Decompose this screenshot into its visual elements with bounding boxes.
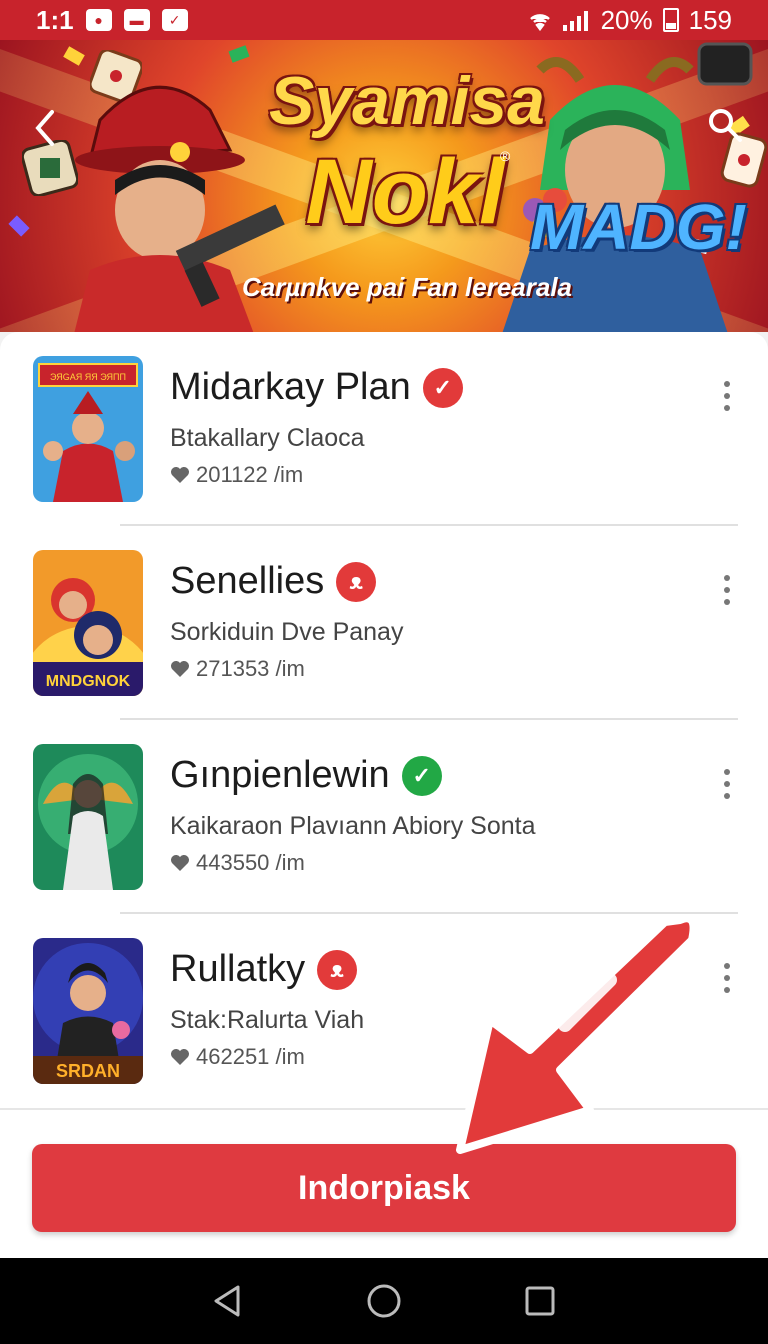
item-title-text: Rullatky (170, 948, 306, 990)
list-item[interactable]: SRDAN Rullatky ᴥ Stak:Ralurta Viah 46225… (0, 914, 768, 1108)
item-subtitle: Sorkiduin Dve Panay (170, 618, 404, 646)
more-icon[interactable] (710, 570, 744, 610)
heart-icon (171, 1049, 189, 1065)
back-icon[interactable] (30, 108, 60, 148)
hero-banner[interactable]: Syamisa Nokl ® MADG! Carµnkve pai Fan le… (0, 40, 768, 332)
nav-back-icon[interactable] (208, 1281, 248, 1321)
heart-icon (171, 661, 189, 677)
status-time: 159 (688, 4, 732, 35)
confetti (63, 46, 85, 66)
item-title-text: Gınpienlewin (170, 754, 390, 796)
list-item[interactable]: ЭЯGAЯ ЯЯ ЭЯПП Midarkay Plan ✓ Btakallary… (0, 332, 768, 526)
system-nav-bar (0, 1258, 768, 1344)
check-badge-icon: ✓ (401, 755, 442, 796)
download-icon: ✓ (161, 9, 188, 31)
banner-title-line2: Nokl (305, 141, 505, 243)
status-right: 20% 159 (527, 5, 732, 36)
more-icon[interactable] (710, 376, 744, 416)
item-meta: 443550 /im (170, 850, 305, 876)
notification-icon: ● (85, 9, 112, 31)
list-item[interactable]: MNDGNOK Senellies ᴥ Sorkiduin Dve Panay … (0, 526, 768, 720)
heart-icon (171, 467, 189, 483)
item-title-text: Senellies (170, 560, 325, 602)
list-item[interactable]: Gınpienlewin ✓ Kaikaraon Plavıann Abiory… (0, 720, 768, 914)
thumb-label: MNDGNOK (46, 673, 131, 690)
game-thumbnail[interactable]: ЭЯGAЯ ЯЯ ЭЯПП (33, 356, 143, 502)
award-badge-icon: ᴥ (317, 949, 358, 990)
nav-recents-icon[interactable] (520, 1281, 560, 1321)
confetti (8, 215, 30, 237)
item-meta-count: 462251 /im (196, 1044, 305, 1069)
item-title: Senellies ᴥ (170, 560, 377, 603)
thumb-label: SRDAN (56, 1061, 120, 1081)
search-icon[interactable] (706, 106, 744, 144)
item-subtitle: Btakallary Claoca (170, 424, 365, 452)
status-bar: 1:1 ● ▬ ✓ 20% 159 (0, 0, 768, 40)
thumb-label: ЭЯGAЯ ЯЯ ЭЯПП (50, 372, 126, 382)
item-meta: 271353 /im (170, 656, 305, 682)
bottom-action-bar: Indorpiask (0, 1108, 768, 1258)
item-meta: 462251 /im (170, 1044, 305, 1070)
award-badge-icon: ᴥ (336, 561, 377, 602)
status-left: 1:1 ● ▬ ✓ (36, 5, 188, 36)
more-icon[interactable] (710, 958, 744, 998)
item-title: Gınpienlewin ✓ (170, 754, 442, 797)
primary-action-button[interactable]: Indorpiask (32, 1144, 736, 1232)
more-icon[interactable] (710, 764, 744, 804)
wifi-icon (529, 14, 550, 31)
item-subtitle: Kaikaraon Plavıann Abiory Sonta (170, 812, 536, 840)
item-meta-count: 443550 /im (196, 850, 305, 875)
banner-title-line3: MADG! (530, 191, 747, 263)
game-thumbnail[interactable] (33, 744, 143, 890)
confetti (228, 45, 250, 63)
signal-icon (562, 11, 588, 31)
item-title: Midarkay Plan ✓ (170, 366, 463, 409)
banner-title-line1: Syamisa (269, 63, 545, 139)
item-subtitle: Stak:Ralurta Viah (170, 1006, 365, 1034)
mail-icon: ▬ (123, 9, 150, 31)
item-meta-count: 271353 /im (196, 656, 305, 681)
item-title: Rullatky ᴥ (170, 948, 358, 991)
status-left-text: 1:1 (36, 4, 74, 35)
item-title-text: Midarkay Plan (170, 366, 411, 408)
battery-icon (662, 8, 679, 32)
battery-percent: 20% (600, 4, 653, 35)
game-list: ЭЯGAЯ ЯЯ ЭЯПП Midarkay Plan ✓ Btakallary… (0, 332, 768, 1108)
banner-subtitle: Carµnkve pai Fan lerearala (241, 272, 573, 302)
heart-icon (171, 855, 189, 871)
item-meta-count: 201122 /im (196, 462, 304, 487)
verified-badge-icon: ✓ (422, 367, 463, 408)
nav-home-icon[interactable] (364, 1281, 404, 1321)
game-thumbnail[interactable]: MNDGNOK (33, 550, 143, 696)
game-thumbnail[interactable]: SRDAN (33, 938, 143, 1084)
item-meta: 201122 /im (170, 462, 303, 488)
registered-mark: ® (500, 148, 511, 164)
